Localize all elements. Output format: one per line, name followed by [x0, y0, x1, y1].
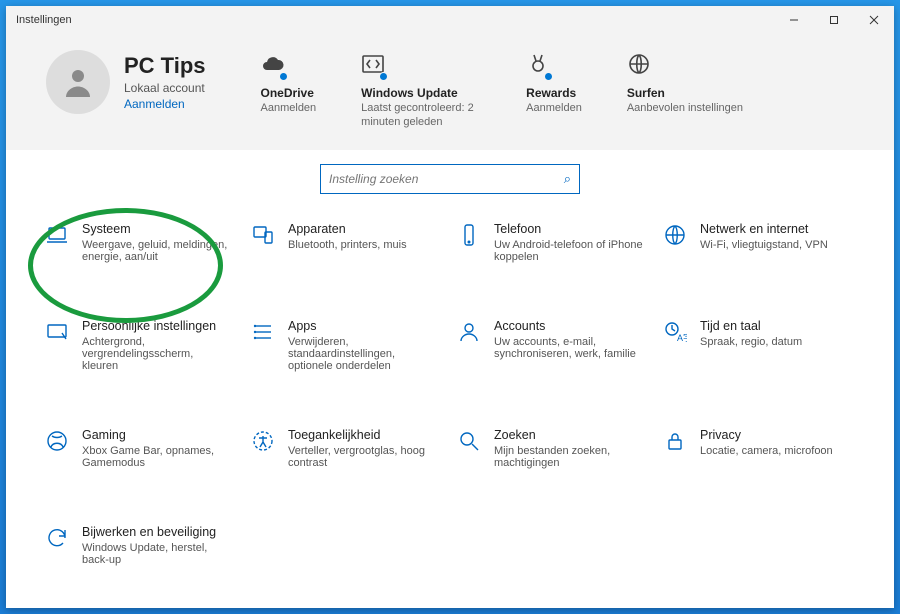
search-bar: ⌕ — [6, 150, 894, 202]
category-zoeken[interactable]: ZoekenMijn bestanden zoeken, machtiginge… — [456, 428, 650, 491]
search-box[interactable]: ⌕ — [320, 164, 580, 194]
window-title: Instellingen — [16, 14, 72, 26]
quick-rewards[interactable]: Rewards Aanmelden — [526, 52, 582, 130]
maximize-button[interactable] — [814, 6, 854, 34]
quick-surfen[interactable]: Surfen Aanbevolen instellingen — [627, 52, 743, 130]
search-input[interactable] — [329, 172, 564, 186]
quick-status-row: OneDrive Aanmelden Windows Update Laatst… — [261, 52, 744, 130]
profile-account-type: Lokaal account — [124, 81, 206, 95]
accessibility-icon — [250, 428, 276, 454]
globe-icon — [627, 52, 651, 80]
search-icon — [456, 428, 482, 454]
category-telefoon[interactable]: TelefoonUw Android-telefoon of iPhone ko… — [456, 222, 650, 285]
cloud-icon — [261, 52, 285, 80]
avatar — [46, 50, 110, 114]
laptop-icon — [44, 222, 70, 248]
profile-signin-link[interactable]: Aanmelden — [124, 97, 206, 111]
quick-windows-update[interactable]: Windows Update Laatst gecontroleerd: 2 m… — [361, 52, 481, 130]
quick-onedrive[interactable]: OneDrive Aanmelden — [261, 52, 317, 130]
xbox-icon — [44, 428, 70, 454]
status-dot-icon — [279, 72, 288, 81]
medal-icon — [526, 52, 550, 80]
settings-window: Instellingen PC Tips Lokaal account Aanm… — [6, 6, 894, 608]
svg-text:A字: A字 — [677, 332, 687, 343]
phone-icon — [456, 222, 482, 248]
category-gaming[interactable]: GamingXbox Game Bar, opnames, Gamemodus — [44, 428, 238, 491]
category-systeem[interactable]: SysteemWeergave, geluid, meldingen, ener… — [44, 222, 238, 285]
category-netwerk[interactable]: Netwerk en internetWi-Fi, vliegtuigstand… — [662, 222, 856, 285]
devices-icon — [250, 222, 276, 248]
profile-name: PC Tips — [124, 53, 206, 79]
profile-block[interactable]: PC Tips Lokaal account Aanmelden — [46, 50, 206, 114]
category-persoonlijk[interactable]: Persoonlijke instellingenAchtergrond, ve… — [44, 319, 238, 394]
category-apparaten[interactable]: ApparatenBluetooth, printers, muis — [250, 222, 444, 285]
category-bijwerken[interactable]: Bijwerken en beveiligingWindows Update, … — [44, 525, 238, 588]
lock-icon — [662, 428, 688, 454]
header: PC Tips Lokaal account Aanmelden OneDriv… — [6, 34, 894, 150]
category-privacy[interactable]: PrivacyLocatie, camera, microfoon — [662, 428, 856, 491]
category-accounts[interactable]: AccountsUw accounts, e-mail, synchronise… — [456, 319, 650, 394]
minimize-button[interactable] — [774, 6, 814, 34]
search-icon: ⌕ — [564, 171, 571, 187]
close-button[interactable] — [854, 6, 894, 34]
sync-icon — [361, 52, 385, 80]
titlebar: Instellingen — [6, 6, 894, 34]
category-toegankelijkheid[interactable]: ToegankelijkheidVerteller, vergrootglas,… — [250, 428, 444, 491]
time-language-icon: A字 — [662, 319, 688, 345]
globe-icon — [662, 222, 688, 248]
apps-icon — [250, 319, 276, 345]
settings-grid: SysteemWeergave, geluid, meldingen, ener… — [6, 202, 894, 609]
category-tijd-taal[interactable]: A字 Tijd en taalSpraak, regio, datum — [662, 319, 856, 394]
update-icon — [44, 525, 70, 551]
category-apps[interactable]: AppsVerwijderen, standaardinstellingen, … — [250, 319, 444, 394]
personalize-icon — [44, 319, 70, 345]
status-dot-icon — [379, 72, 388, 81]
status-dot-icon — [544, 72, 553, 81]
person-icon — [456, 319, 482, 345]
